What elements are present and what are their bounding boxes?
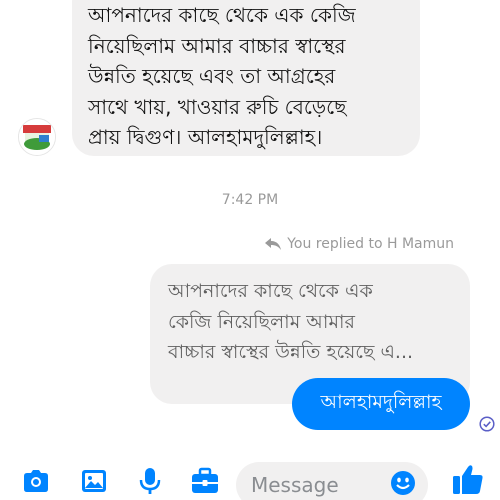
avatar-image (19, 119, 55, 155)
chat-screen: আপনাদের কাছে থেকে এক কেজি নিয়েছিলাম আমা… (0, 0, 500, 500)
sender-avatar[interactable] (18, 118, 56, 156)
camera-icon[interactable] (21, 466, 51, 496)
reply-indicator-label: You replied to H Mamun (287, 236, 454, 252)
quoted-message-text: আপনাদের কাছে থেকে এক কেজি নিয়েছিলাম আমা… (168, 280, 414, 363)
outgoing-message-bubble[interactable]: আলহামদুলিল্লাহ (292, 378, 470, 430)
microphone-icon[interactable] (135, 466, 165, 496)
briefcase-icon[interactable] (190, 466, 220, 496)
image-icon[interactable] (79, 466, 109, 496)
outgoing-message-text: আলহামদুলিল্লাহ (320, 391, 442, 413)
message-timestamp: 7:42 PM (221, 192, 279, 208)
incoming-message-text: আপনাদের কাছে থেকে এক কেজি নিয়েছিলাম আমা… (88, 3, 356, 149)
emoji-icon[interactable] (390, 470, 416, 496)
seen-check-icon (479, 416, 495, 432)
reply-arrow-icon (265, 238, 282, 250)
reply-indicator: You replied to H Mamun (265, 236, 454, 252)
thumbs-up-icon[interactable] (451, 462, 485, 496)
